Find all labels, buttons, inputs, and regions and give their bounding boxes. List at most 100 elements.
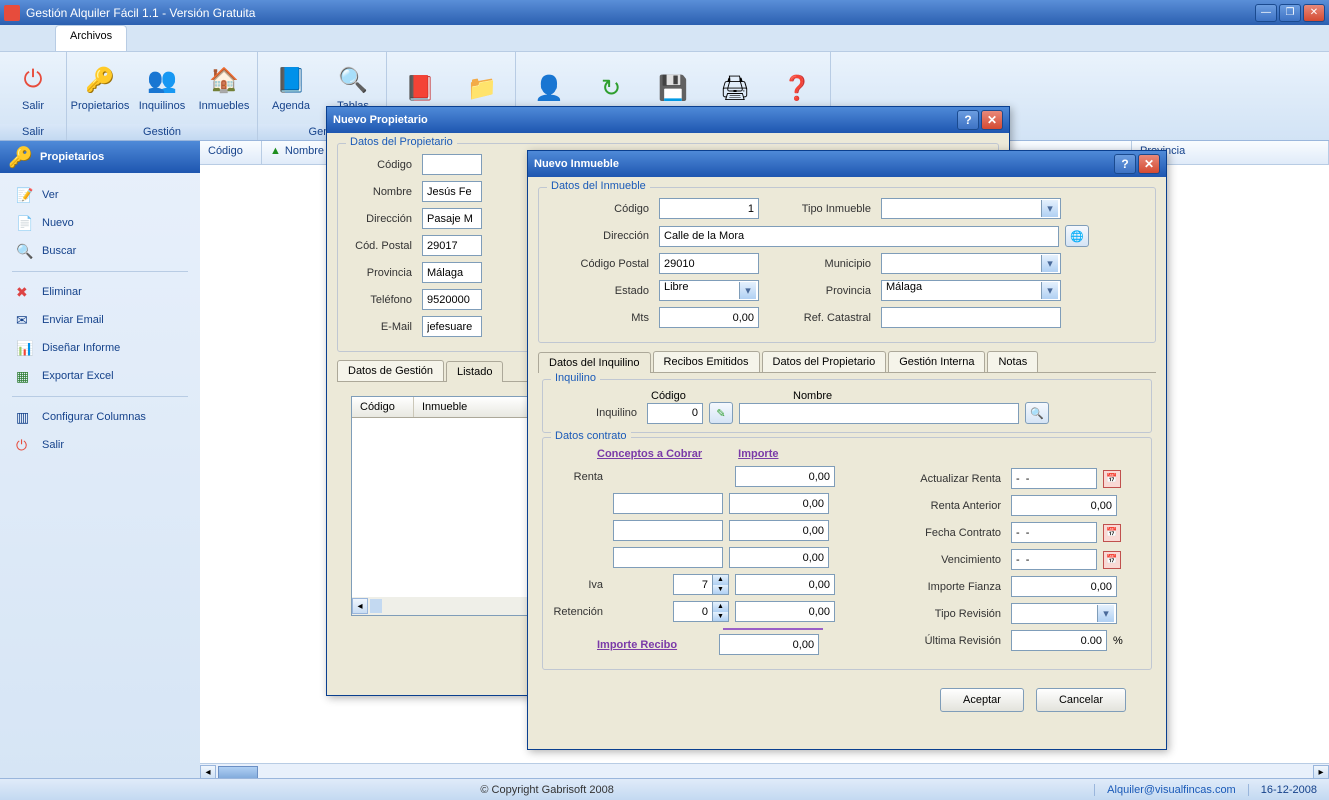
status-bar: © Copyright Gabrisoft 2008 Alquiler@visu… — [0, 778, 1329, 800]
edit-icon: 📝 — [16, 187, 32, 203]
sidebar-item-buscar[interactable]: 🔍Buscar — [0, 237, 200, 265]
receipt-icon: 📕 — [404, 72, 436, 104]
folder-icon: 📁 — [466, 72, 498, 104]
app-icon — [4, 5, 20, 21]
tipo-revision-select[interactable] — [1011, 603, 1117, 624]
tab-listado[interactable]: Listado — [446, 361, 503, 382]
retencion-spinner[interactable]: ▲▼ — [673, 601, 729, 622]
globe-icon: 🌐 — [1070, 230, 1084, 243]
inq-nombre-input[interactable] — [739, 403, 1019, 424]
actualizar-renta-input[interactable] — [1011, 468, 1097, 489]
fianza-input[interactable] — [1011, 576, 1117, 597]
ribbon-propietarios[interactable]: 🔑Propietarios — [69, 54, 131, 122]
map-button[interactable]: 🌐 — [1065, 225, 1089, 247]
inm-municipio-select[interactable] — [881, 253, 1061, 274]
importe2-input[interactable] — [729, 493, 829, 514]
inq-search-button[interactable]: 🔍 — [1025, 402, 1049, 424]
sidebar-item-ver[interactable]: 📝Ver — [0, 181, 200, 209]
new-icon: 📄 — [16, 215, 32, 231]
importe4-input[interactable] — [729, 547, 829, 568]
edit-icon: ✎ — [716, 407, 725, 420]
help-icon: ❓ — [781, 72, 813, 104]
book-icon: 📘 — [275, 64, 307, 96]
mail-icon: ✉ — [16, 312, 32, 328]
maximize-button[interactable]: ❐ — [1279, 4, 1301, 22]
inm-ref-input[interactable] — [881, 307, 1061, 328]
list-col-codigo[interactable]: Código — [352, 397, 414, 417]
link-conceptos[interactable]: Conceptos a Cobrar — [597, 448, 702, 460]
cancelar-button[interactable]: Cancelar — [1036, 688, 1126, 712]
concepto3-input[interactable] — [613, 520, 723, 541]
dialog-help-button[interactable]: ? — [1114, 154, 1136, 174]
fecha-contrato-input[interactable] — [1011, 522, 1097, 543]
inm-codigo-input[interactable] — [659, 198, 759, 219]
prop-codigo-input[interactable] — [422, 154, 482, 175]
concepto2-input[interactable] — [613, 493, 723, 514]
ribbon-salir[interactable]: ⏻Salir — [2, 54, 64, 122]
prop-email-input[interactable] — [422, 316, 482, 337]
iva-spinner[interactable]: ▲▼ — [673, 574, 729, 595]
inq-edit-button[interactable]: ✎ — [709, 402, 733, 424]
ultima-revision-input[interactable] — [1011, 630, 1107, 651]
calendar-icon[interactable]: 📅 — [1103, 470, 1121, 488]
tab-notas[interactable]: Notas — [987, 351, 1038, 372]
sidebar-item-eliminar[interactable]: ✖Eliminar — [0, 278, 200, 306]
sidebar-item-nuevo[interactable]: 📄Nuevo — [0, 209, 200, 237]
main-titlebar: Gestión Alquiler Fácil 1.1 - Versión Gra… — [0, 0, 1329, 25]
dialog-help-button[interactable]: ? — [957, 110, 979, 130]
inm-tipo-select[interactable] — [881, 198, 1061, 219]
tab-datos-inquilino[interactable]: Datos del Inquilino — [538, 352, 651, 373]
inm-cpostal-input[interactable] — [659, 253, 759, 274]
lens-icon: 🔍 — [337, 64, 369, 96]
retencion-importe-input[interactable] — [735, 601, 835, 622]
tab-recibos[interactable]: Recibos Emitidos — [653, 351, 760, 372]
dialog-nuevo-inmueble: Nuevo Inmueble ? ✕ Datos del Inmueble Có… — [527, 150, 1167, 750]
aceptar-button[interactable]: Aceptar — [940, 688, 1024, 712]
prop-provincia-input[interactable] — [422, 262, 482, 283]
inm-estado-select[interactable]: Libre — [659, 280, 759, 301]
sidebar-item-email[interactable]: ✉Enviar Email — [0, 306, 200, 334]
prop-direccion-input[interactable] — [422, 208, 482, 229]
sidebar-item-excel[interactable]: ▦Exportar Excel — [0, 362, 200, 390]
iva-importe-input[interactable] — [735, 574, 835, 595]
calendar-icon[interactable]: 📅 — [1103, 524, 1121, 542]
renta-importe-input[interactable] — [735, 466, 835, 487]
link-importe-recibo[interactable]: Importe Recibo — [597, 639, 677, 651]
renta-anterior-input[interactable] — [1011, 495, 1117, 516]
tab-datos-gestion[interactable]: Datos de Gestión — [337, 360, 444, 381]
sidebar-item-columnas[interactable]: ▥Configurar Columnas — [0, 403, 200, 431]
excel-icon: ▦ — [16, 368, 32, 384]
vencimiento-input[interactable] — [1011, 549, 1097, 570]
grid-col-codigo[interactable]: Código — [200, 141, 262, 164]
prop-cpostal-input[interactable] — [422, 235, 482, 256]
calendar-icon[interactable]: 📅 — [1103, 551, 1121, 569]
save-icon: 💾 — [657, 72, 689, 104]
importe-recibo-input[interactable] — [719, 634, 819, 655]
link-importe[interactable]: Importe — [738, 448, 778, 460]
prop-nombre-input[interactable] — [422, 181, 482, 202]
inm-direccion-input[interactable] — [659, 226, 1059, 247]
ribbon-inquilinos[interactable]: 👥Inquilinos — [131, 54, 193, 122]
concepto4-input[interactable] — [613, 547, 723, 568]
close-button[interactable]: ✕ — [1303, 4, 1325, 22]
sidebar: 🔑 Propietarios 📝Ver 📄Nuevo 🔍Buscar ✖Elim… — [0, 141, 200, 781]
dialog-close-button[interactable]: ✕ — [981, 110, 1003, 130]
dialog-close-button[interactable]: ✕ — [1138, 154, 1160, 174]
minimize-button[interactable]: ― — [1255, 4, 1277, 22]
tab-gestion-interna[interactable]: Gestión Interna — [888, 351, 985, 372]
inm-mts-input[interactable] — [659, 307, 759, 328]
sidebar-item-salir[interactable]: ⏻Salir — [0, 431, 200, 459]
status-email[interactable]: Alquiler@visualfincas.com — [1094, 784, 1248, 796]
inq-codigo-input[interactable] — [647, 403, 703, 424]
ribbon-agenda[interactable]: 📘Agenda — [260, 54, 322, 122]
tab-datos-propietario[interactable]: Datos del Propietario — [762, 351, 887, 372]
inm-provincia-select[interactable]: Málaga — [881, 280, 1061, 301]
sidebar-item-informe[interactable]: 📊Diseñar Informe — [0, 334, 200, 362]
prop-telefono-input[interactable] — [422, 289, 482, 310]
menu-tab-archivos[interactable]: Archivos — [55, 25, 127, 51]
people-icon: 👥 — [146, 64, 178, 96]
ribbon-inmuebles[interactable]: 🏠Inmuebles — [193, 54, 255, 122]
report-icon: 📊 — [16, 340, 32, 356]
menu-bar: Archivos — [0, 25, 1329, 51]
importe3-input[interactable] — [729, 520, 829, 541]
